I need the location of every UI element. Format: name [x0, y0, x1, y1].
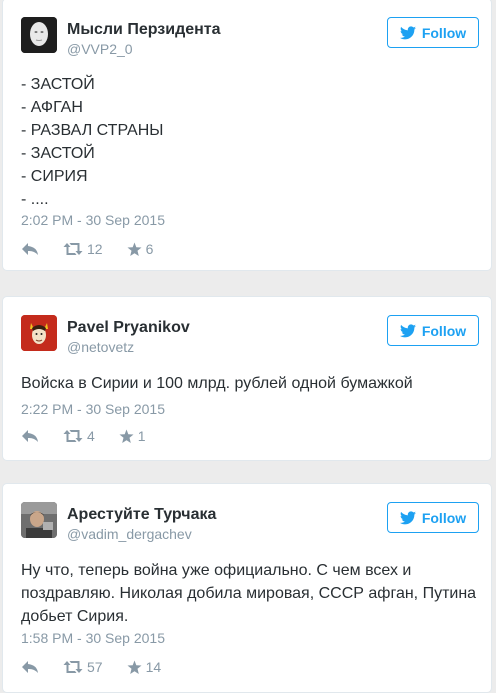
avatar[interactable] — [21, 17, 57, 53]
tweet-actions: 4 1 — [21, 428, 170, 444]
follow-button[interactable]: Follow — [387, 17, 479, 48]
tweet-text-line: - .... — [21, 191, 49, 208]
tweet-text-line: Ну что, теперь война уже официально. С ч… — [21, 562, 412, 579]
twitter-bird-icon — [399, 25, 416, 39]
display-name[interactable]: Мысли Перзидента — [67, 21, 221, 39]
retweet-button[interactable]: 57 — [63, 659, 103, 675]
follow-label: Follow — [421, 322, 467, 339]
display-name[interactable]: Арестуйте Турчака — [67, 506, 216, 524]
tweet-card: Pavel Pryanikov @netovetz Follow Войска … — [2, 296, 492, 461]
twitter-bird-icon — [399, 510, 416, 524]
tweet-text-line: добьет Сирия. — [21, 608, 129, 625]
tweet-text-line: Войска в Сирии и 100 млрд. рублей одной … — [21, 375, 413, 392]
avatar[interactable] — [21, 315, 57, 351]
tweet-text-line: - ЗАСТОЙ — [21, 145, 95, 162]
tweet-card: Мысли Перзидента @VVP2_0 Follow - ЗАСТОЙ… — [2, 0, 492, 271]
timestamp[interactable]: 2:02 PM - 30 Sep 2015 — [21, 212, 165, 228]
star-icon — [127, 242, 142, 256]
favorite-count: 6 — [145, 241, 154, 257]
favorite-button[interactable]: 6 — [127, 241, 154, 257]
follow-label: Follow — [421, 509, 467, 526]
reply-button[interactable] — [21, 660, 39, 674]
tweet-card: Арестуйте Турчака @vadim_dergachev Follo… — [2, 483, 492, 693]
retweet-count: 57 — [87, 659, 103, 675]
retweet-button[interactable]: 4 — [63, 428, 95, 444]
favorite-button[interactable]: 1 — [119, 428, 146, 444]
follow-label: Follow — [421, 24, 467, 41]
tweet-text-line: - РАЗВАЛ СТРАНЫ — [21, 122, 164, 139]
reply-button[interactable] — [21, 429, 39, 443]
retweet-button[interactable]: 12 — [63, 241, 103, 257]
retweet-icon — [63, 661, 83, 673]
reply-icon — [22, 661, 38, 673]
timestamp[interactable]: 1:58 PM - 30 Sep 2015 — [21, 630, 165, 646]
username[interactable]: @vadim_dergachev — [67, 526, 192, 542]
retweet-count: 4 — [87, 428, 95, 444]
tweet-text-line: поздравляю. Николая добила мировая, СССР… — [21, 585, 477, 602]
reply-button[interactable] — [21, 242, 39, 256]
username[interactable]: @VVP2_0 — [67, 41, 133, 57]
retweet-count: 12 — [87, 241, 103, 257]
tweet-actions: 12 6 — [21, 241, 177, 257]
reply-icon — [22, 243, 38, 255]
follow-button[interactable]: Follow — [387, 502, 479, 533]
tweet-actions: 57 14 — [21, 659, 185, 675]
twitter-bird-icon — [399, 323, 416, 337]
follow-button[interactable]: Follow — [387, 315, 479, 346]
tweet-text: Ну что, теперь война уже официально. С ч… — [21, 559, 476, 628]
display-name[interactable]: Pavel Pryanikov — [67, 319, 190, 337]
star-icon — [119, 429, 134, 443]
tweet-text-line: - ЗАСТОЙ — [21, 76, 95, 93]
retweet-icon — [63, 430, 83, 442]
tweet-text-line: - СИРИЯ — [21, 168, 88, 185]
reply-icon — [22, 430, 38, 442]
username[interactable]: @netovetz — [67, 339, 134, 355]
tweet-text: - ЗАСТОЙ - АФГАН - РАЗВАЛ СТРАНЫ - ЗАСТО… — [21, 73, 163, 211]
tweet-text-line: - АФГАН — [21, 99, 83, 116]
star-icon — [127, 660, 142, 674]
favorite-count: 14 — [145, 659, 162, 675]
favorite-button[interactable]: 14 — [127, 659, 162, 675]
tweet-text: Войска в Сирии и 100 млрд. рублей одной … — [21, 372, 413, 395]
retweet-icon — [63, 243, 83, 255]
avatar[interactable] — [21, 502, 57, 538]
timestamp[interactable]: 2:22 PM - 30 Sep 2015 — [21, 401, 165, 417]
favorite-count: 1 — [137, 428, 146, 444]
